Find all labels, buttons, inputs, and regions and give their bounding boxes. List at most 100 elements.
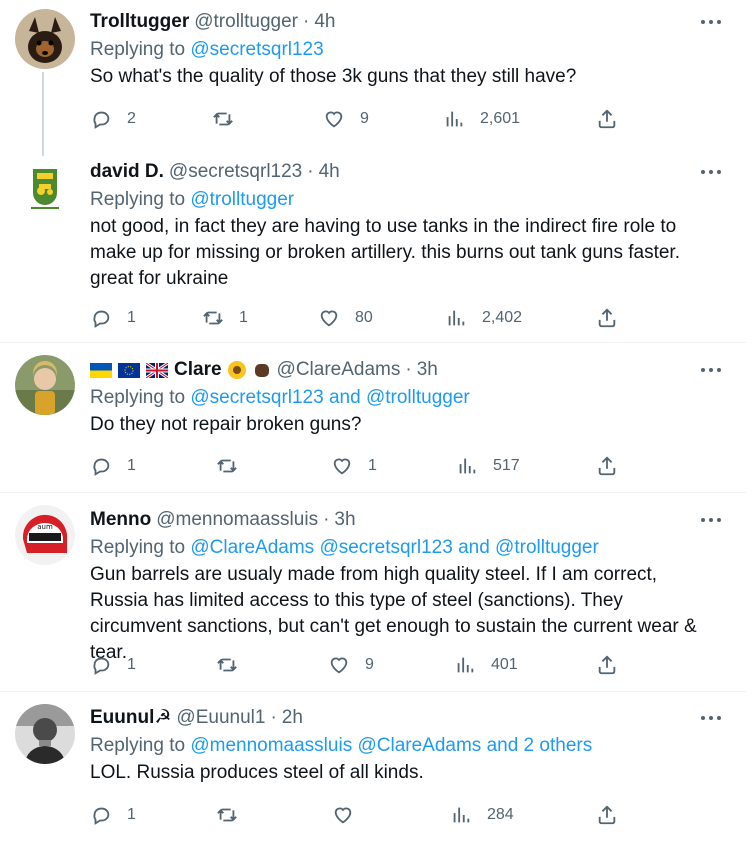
display-name[interactable]: Euunul☭ <box>90 706 171 730</box>
separator-dot: · <box>323 509 330 530</box>
retweet-icon <box>217 459 237 473</box>
like-button[interactable]: 9 <box>323 107 369 131</box>
tweet-text: Gun barrels are usualy made from high qu… <box>90 564 697 663</box>
view-count: 401 <box>491 656 518 673</box>
user-handle[interactable]: @mennomaassluis <box>156 508 318 532</box>
tweet-1[interactable]: Trolltugger @trolltugger · 4h Replying t… <box>0 0 756 150</box>
reply-icon <box>93 657 110 675</box>
user-handle[interactable]: @secretsqrl123 <box>169 160 302 184</box>
more-options-button[interactable] <box>700 707 722 729</box>
more-options-button[interactable] <box>700 161 722 183</box>
tweet-2[interactable]: david D. @secretsqrl123 · 4h Replying to… <box>0 150 756 342</box>
like-count: 9 <box>360 110 369 127</box>
retweet-icon <box>217 808 237 822</box>
replying-to-label: Replying to <box>90 735 186 756</box>
replying-to-link[interactable]: @ClareAdams @secretsqrl123 and @trolltug… <box>190 537 598 558</box>
timestamp[interactable]: 4h <box>319 160 340 184</box>
retweet-button[interactable]: 1 <box>202 306 248 330</box>
reply-count: 1 <box>127 806 136 823</box>
share-button[interactable] <box>596 653 618 677</box>
more-options-button[interactable] <box>700 11 722 33</box>
avatar[interactable] <box>15 704 75 764</box>
retweet-count: 1 <box>239 309 248 326</box>
replying-to-link[interactable]: @trolltugger <box>190 189 294 210</box>
timestamp[interactable]: 3h <box>334 508 355 532</box>
timestamp[interactable]: 3h <box>417 358 438 382</box>
retweet-button[interactable] <box>212 107 249 131</box>
more-dots-icon <box>701 716 721 720</box>
user-handle[interactable]: @Euunul1 <box>176 706 265 730</box>
user-handle[interactable]: @trolltugger <box>194 10 298 34</box>
reply-count: 1 <box>127 309 136 326</box>
tweet-4[interactable]: aum Menno @mennomaassluis · 3h Replying … <box>0 493 756 691</box>
like-button[interactable]: 1 <box>331 454 377 478</box>
display-name[interactable]: Menno <box>90 508 151 532</box>
views-chart-icon <box>457 657 474 673</box>
share-button[interactable] <box>596 803 618 827</box>
like-button[interactable]: 80 <box>318 306 373 330</box>
retweet-button[interactable] <box>216 803 253 827</box>
tweet-3[interactable]: Clare @ClareAdams · 3h Replying to @secr… <box>0 343 756 492</box>
tweet-header: david D. @secretsqrl123 · 4h <box>90 160 340 184</box>
retweet-button[interactable] <box>216 454 253 478</box>
like-button[interactable]: 9 <box>328 653 374 677</box>
replying-to-label: Replying to <box>90 537 186 558</box>
tweet-header: Trolltugger @trolltugger · 4h <box>90 10 335 34</box>
replying-to-link[interactable]: @secretsqrl123 <box>190 39 323 60</box>
tweet-header: Euunul☭ @Euunul1 · 2h <box>90 706 303 730</box>
timestamp[interactable]: 2h <box>282 706 303 730</box>
reply-button[interactable]: 1 <box>90 803 136 827</box>
views-button[interactable]: 2,601 <box>443 107 520 131</box>
tweet-text: Do they not repair broken guns? <box>90 414 362 435</box>
share-icon <box>598 109 616 129</box>
svg-text:aum: aum <box>37 523 53 531</box>
reply-button[interactable]: 1 <box>90 653 136 677</box>
avatar[interactable] <box>15 159 75 219</box>
reply-button[interactable]: 1 <box>90 306 136 330</box>
heart-icon <box>320 310 338 327</box>
replying-to-link[interactable]: @secretsqrl123 and @trolltugger <box>190 387 469 408</box>
heart-icon <box>333 458 351 475</box>
like-button[interactable] <box>332 803 369 827</box>
views-button[interactable]: 2,402 <box>445 306 522 330</box>
share-button[interactable] <box>596 454 618 478</box>
share-button[interactable] <box>596 107 618 131</box>
avatar[interactable]: aum <box>15 505 75 565</box>
views-button[interactable]: 284 <box>450 803 514 827</box>
views-chart-icon <box>448 310 465 326</box>
action-bar: 1 1 517 <box>90 454 630 478</box>
avatar[interactable] <box>15 355 75 415</box>
like-count: 1 <box>368 457 377 474</box>
more-options-button[interactable] <box>700 359 722 381</box>
replying-to-link[interactable]: @mennomaassluis @ClareAdams and 2 others <box>190 735 592 756</box>
tweet-text: So what's the quality of those 3k guns t… <box>90 66 577 87</box>
retweet-button[interactable] <box>216 653 253 677</box>
tweet-5[interactable]: Euunul☭ @Euunul1 · 2h Replying to @menno… <box>0 692 756 845</box>
share-button[interactable] <box>596 306 618 330</box>
heart-icon <box>330 657 348 674</box>
avatar[interactable] <box>15 9 75 69</box>
retweet-icon <box>213 112 233 126</box>
heart-icon <box>325 111 343 128</box>
user-handle[interactable]: @ClareAdams <box>277 358 401 382</box>
reply-button[interactable]: 1 <box>90 454 136 478</box>
display-name[interactable]: Trolltugger <box>90 10 189 34</box>
more-options-button[interactable] <box>700 509 722 531</box>
display-name[interactable]: david D. <box>90 160 164 184</box>
display-name[interactable]: Clare <box>174 358 222 382</box>
replying-to: Replying to @mennomaassluis @ClareAdams … <box>90 734 592 758</box>
share-icon <box>598 805 616 825</box>
action-bar: 1 284 <box>90 803 630 827</box>
replying-to-label: Replying to <box>90 39 186 60</box>
timestamp[interactable]: 4h <box>314 10 335 34</box>
separator-dot: · <box>405 359 412 380</box>
separator-dot: · <box>307 161 314 182</box>
more-dots-icon <box>701 20 721 24</box>
sunflower-icon <box>227 361 246 379</box>
views-button[interactable]: 401 <box>454 653 518 677</box>
replying-to: Replying to @ClareAdams @secretsqrl123 a… <box>90 536 599 560</box>
views-button[interactable]: 517 <box>456 454 520 478</box>
uk-flag-icon <box>146 362 168 378</box>
tweet-header: Menno @mennomaassluis · 3h <box>90 508 356 532</box>
reply-button[interactable]: 2 <box>90 107 136 131</box>
